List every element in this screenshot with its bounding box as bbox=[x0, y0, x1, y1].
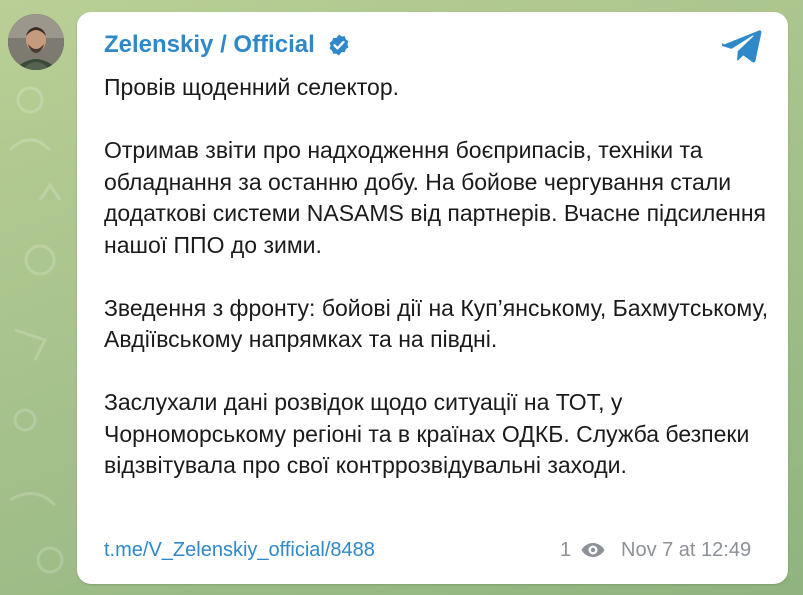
channel-avatar[interactable] bbox=[8, 14, 64, 70]
telegram-icon[interactable] bbox=[722, 28, 762, 64]
message-text: Провів щоденний селектор. Отримав звіти … bbox=[104, 72, 774, 482]
message-paragraph: Зведення з фронту: бойові дії на Куп’янс… bbox=[104, 294, 769, 353]
message-paragraph: Заслухали дані розвідок щодо ситуації на… bbox=[104, 389, 750, 478]
eye-icon bbox=[581, 543, 605, 557]
verified-badge-icon bbox=[329, 34, 349, 56]
channel-title[interactable]: Zelenskiy / Official bbox=[104, 31, 315, 59]
message-paragraph: Провів щоденний селектор. bbox=[104, 74, 400, 100]
views-count: 1 bbox=[560, 539, 572, 561]
avatar-portrait bbox=[8, 14, 64, 70]
message-bubble: Zelenskiy / Official Провів щоденний сел… bbox=[77, 12, 788, 584]
message-timestamp: Nov 7 at 12:49 bbox=[621, 539, 752, 561]
post-link[interactable]: t.me/V_Zelenskiy_official/8488 bbox=[104, 539, 375, 562]
message-paragraph: Отримав звіти про надходження боєприпасі… bbox=[104, 137, 767, 258]
